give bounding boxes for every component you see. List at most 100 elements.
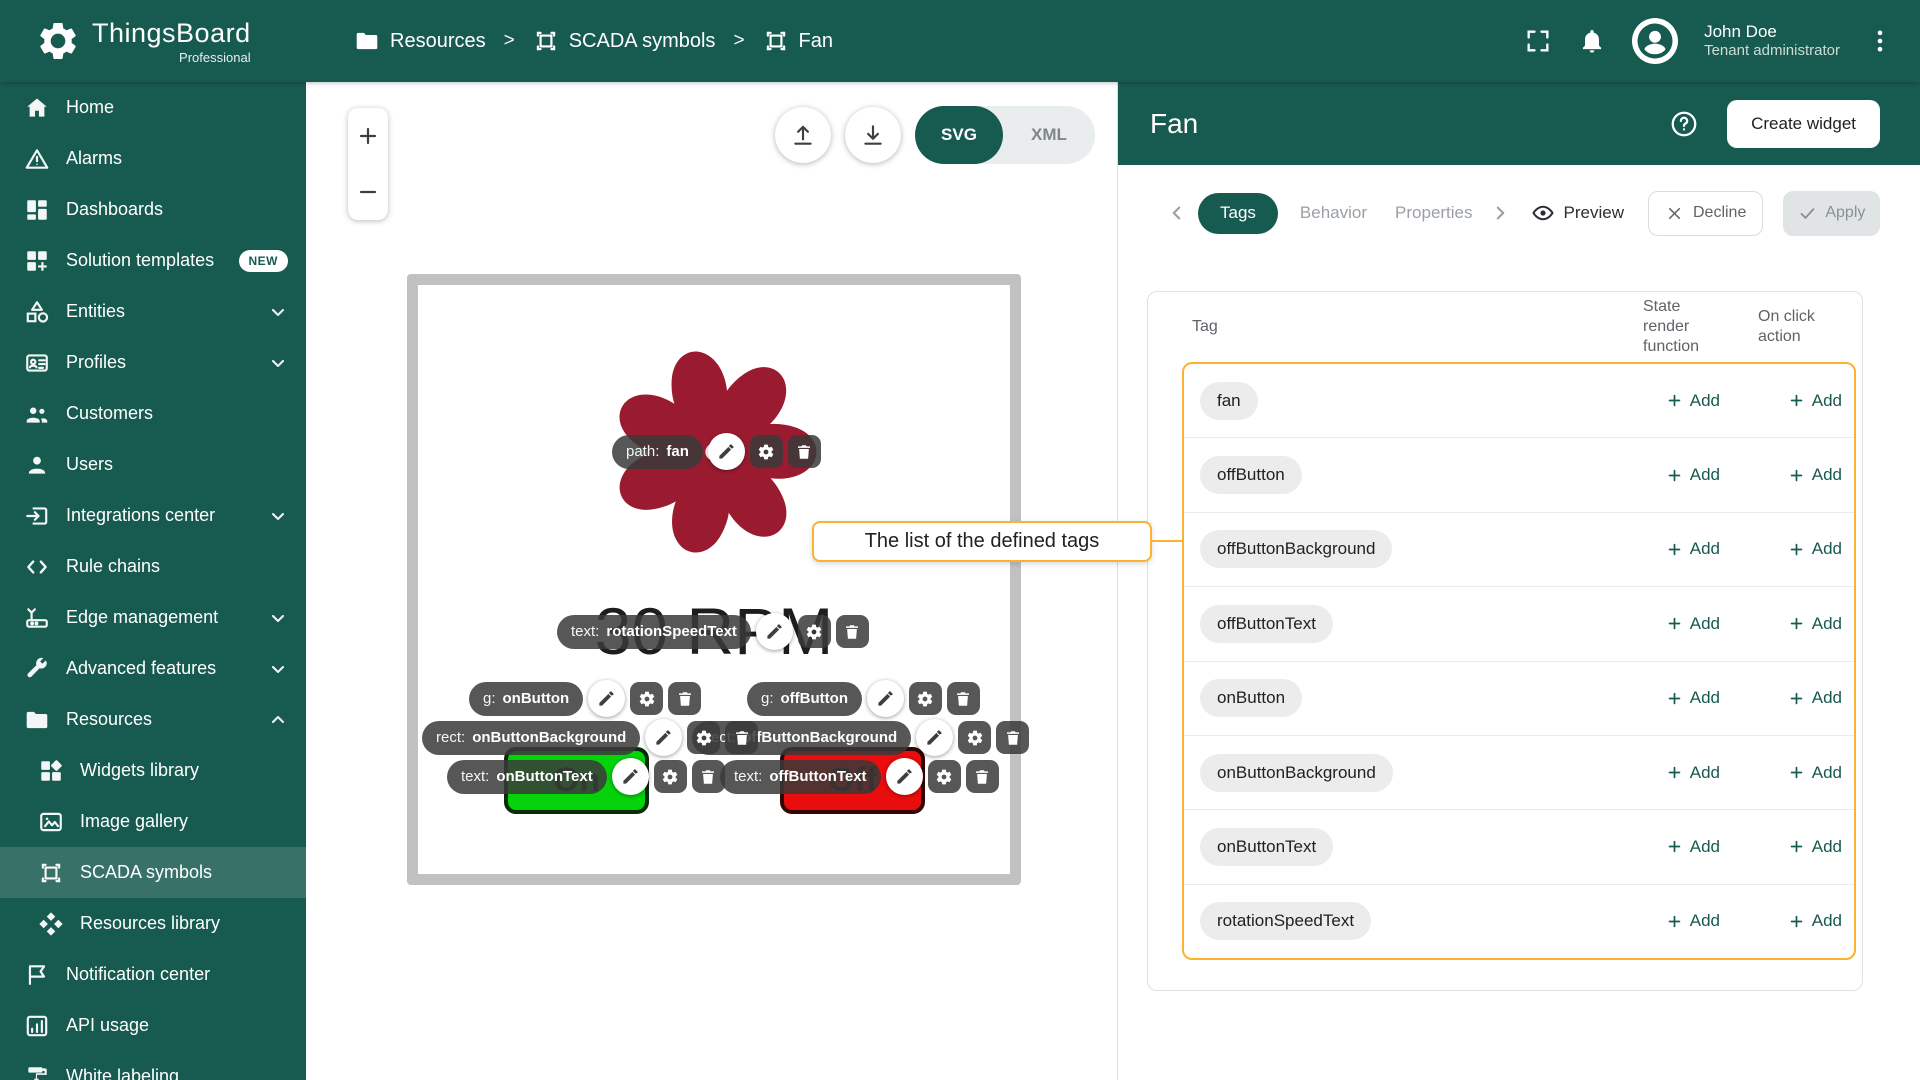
add-on-click-action-button[interactable]: Add xyxy=(1788,911,1842,931)
scada-icon xyxy=(38,860,64,886)
delete-tag-button[interactable] xyxy=(965,760,999,793)
add-on-click-action-button[interactable]: Add xyxy=(1788,539,1842,559)
avatar[interactable] xyxy=(1632,18,1679,64)
sidebar-item-entities[interactable]: Entities xyxy=(0,286,306,337)
tag-settings-button[interactable] xyxy=(687,721,721,754)
sidebar-item-home[interactable]: Home xyxy=(0,82,306,133)
tag-settings-button[interactable] xyxy=(749,435,783,468)
edit-tag-button[interactable] xyxy=(645,719,683,756)
sidebar-item-rule-chains[interactable]: Rule chains xyxy=(0,541,306,592)
add-label: Add xyxy=(1811,836,1842,856)
add-state-render-function-button[interactable]: Add xyxy=(1666,391,1720,411)
breadcrumb-item-resources[interactable]: Resources xyxy=(354,28,486,54)
chevron-right-icon[interactable] xyxy=(1487,200,1513,226)
sidebar-item-image-gallery[interactable]: Image gallery xyxy=(0,796,306,847)
edit-tag-button[interactable] xyxy=(866,680,904,717)
delete-tag-button[interactable] xyxy=(787,435,821,468)
add-state-render-function-button[interactable]: Add xyxy=(1666,837,1720,857)
app-logo[interactable]: ThingsBoard Professional xyxy=(0,18,306,65)
new-badge: NEW xyxy=(238,249,288,272)
tag-settings-button[interactable] xyxy=(630,682,664,715)
sidebar-item-label: Users xyxy=(66,454,114,474)
edit-tag-button[interactable] xyxy=(707,433,745,470)
tab-tags[interactable]: Tags xyxy=(1198,192,1278,234)
tab-behavior[interactable]: Behavior xyxy=(1286,203,1381,223)
sidebar-item-advanced-features[interactable]: Advanced features xyxy=(0,643,306,694)
sidebar-item-edge-management[interactable]: Edge management xyxy=(0,592,306,643)
add-on-click-action-button[interactable]: Add xyxy=(1788,763,1842,783)
zoom-in-icon[interactable] xyxy=(356,124,380,148)
scada-icon xyxy=(533,28,559,54)
add-on-click-action-button[interactable]: Add xyxy=(1788,465,1842,485)
download-button[interactable] xyxy=(845,107,901,163)
create-widget-button[interactable]: Create widget xyxy=(1727,99,1880,148)
sidebar-item-resources[interactable]: Resources xyxy=(0,694,306,745)
upload-button[interactable] xyxy=(775,107,831,163)
edit-tag-button[interactable] xyxy=(611,758,649,795)
add-state-render-function-button[interactable]: Add xyxy=(1666,688,1720,708)
decline-button[interactable]: Decline xyxy=(1647,190,1764,236)
delete-tag-button[interactable] xyxy=(691,760,725,793)
tab-properties[interactable]: Properties xyxy=(1381,203,1486,223)
apply-button[interactable]: Apply xyxy=(1783,190,1881,236)
tag-settings-button[interactable] xyxy=(958,721,992,754)
add-on-click-action-button[interactable]: Add xyxy=(1788,614,1842,634)
add-state-render-function-button[interactable]: Add xyxy=(1666,763,1720,783)
add-state-render-function-button[interactable]: Add xyxy=(1666,614,1720,634)
notifications-bell-icon[interactable] xyxy=(1578,27,1606,55)
kebab-menu-icon[interactable] xyxy=(1866,27,1894,55)
delete-tag-button[interactable] xyxy=(996,721,1030,754)
tag-settings-button[interactable] xyxy=(927,760,961,793)
chevron-left-icon[interactable] xyxy=(1164,200,1190,226)
add-on-click-action-button[interactable]: Add xyxy=(1788,837,1842,857)
add-on-click-action-button[interactable]: Add xyxy=(1788,688,1842,708)
customers-icon xyxy=(24,401,50,427)
xml-toggle-option[interactable]: XML xyxy=(1003,125,1095,145)
breadcrumb-item-scada-symbols[interactable]: SCADA symbols xyxy=(533,28,715,54)
sidebar-item-white-labeling[interactable]: White labeling xyxy=(0,1051,306,1080)
delete-tag-button[interactable] xyxy=(725,721,759,754)
topbar-actions: John Doe Tenant administrator xyxy=(1524,18,1920,64)
sidebar-item-alarms[interactable]: Alarms xyxy=(0,133,306,184)
pencil-icon xyxy=(621,767,640,786)
sidebar-item-solution-templates[interactable]: Solution templates NEW xyxy=(0,235,306,286)
add-label: Add xyxy=(1689,390,1720,410)
add-state-render-function-button[interactable]: Add xyxy=(1666,465,1720,485)
tag-settings-button[interactable] xyxy=(908,682,942,715)
sidebar-item-profiles[interactable]: Profiles xyxy=(0,337,306,388)
sidebar-item-label: Customers xyxy=(66,403,154,423)
preview-button[interactable]: Preview xyxy=(1531,201,1624,225)
edit-tag-button[interactable] xyxy=(588,680,626,717)
svg-toggle-option[interactable]: SVG xyxy=(915,106,1003,164)
sidebar-item-notification-center[interactable]: Notification center xyxy=(0,949,306,1000)
sidebar-item-widgets-library[interactable]: Widgets library xyxy=(0,745,306,796)
tag-settings-button[interactable] xyxy=(797,615,831,648)
help-icon[interactable] xyxy=(1669,109,1699,139)
element-tag-overlay-rotationspeedtext: text: rotationSpeedText xyxy=(557,613,869,650)
sidebar-item-customers[interactable]: Customers xyxy=(0,388,306,439)
sidebar-item-integrations-center[interactable]: Integrations center xyxy=(0,490,306,541)
edit-tag-button[interactable] xyxy=(885,758,923,795)
edit-tag-button[interactable] xyxy=(916,719,954,756)
sidebar-item-resources-library[interactable]: Resources library xyxy=(0,898,306,949)
sidebar-item-api-usage[interactable]: API usage xyxy=(0,1000,306,1051)
overlay-label: text: onButtonText xyxy=(447,759,607,794)
tag-settings-button[interactable] xyxy=(653,760,687,793)
add-on-click-action-button[interactable]: Add xyxy=(1788,391,1842,411)
sidebar-item-label: Edge management xyxy=(66,607,219,627)
sidebar-item-scada-symbols[interactable]: SCADA symbols xyxy=(0,847,306,898)
add-state-render-function-button[interactable]: Add xyxy=(1666,539,1720,559)
user-info[interactable]: John Doe Tenant administrator xyxy=(1704,21,1840,61)
sidebar-item-users[interactable]: Users xyxy=(0,439,306,490)
sidebar-item-dashboards[interactable]: Dashboards xyxy=(0,184,306,235)
fullscreen-icon[interactable] xyxy=(1524,27,1552,55)
delete-tag-button[interactable] xyxy=(835,615,869,648)
edit-tag-button[interactable] xyxy=(755,613,793,650)
overlay-element-type: text: xyxy=(461,768,490,785)
delete-tag-button[interactable] xyxy=(946,682,980,715)
delete-tag-button[interactable] xyxy=(668,682,702,715)
pencil-icon xyxy=(717,442,736,461)
add-state-render-function-button[interactable]: Add xyxy=(1666,911,1720,931)
breadcrumb-item-fan[interactable]: Fan xyxy=(763,28,833,54)
zoom-out-icon[interactable] xyxy=(356,180,380,204)
